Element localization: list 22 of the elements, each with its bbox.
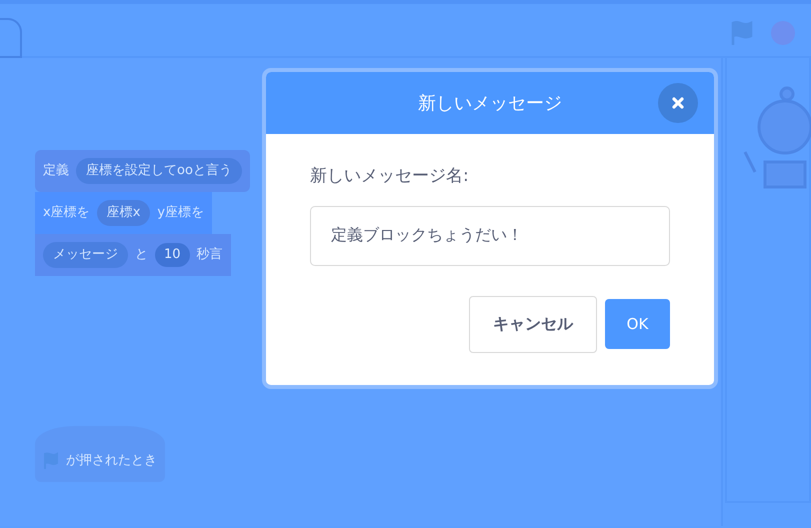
block-label: が押されたとき [66,452,157,470]
cancel-button[interactable]: キャンセル [469,296,597,352]
hat-block[interactable]: が押されたとき [35,426,165,482]
code-block[interactable]: メッセージ と 10 秒言 [35,234,231,276]
block-label: と [135,246,148,264]
block-label: 定義 [43,162,69,180]
block-input[interactable]: メッセージ [43,242,128,268]
block-label: 秒言 [196,246,223,264]
close-icon [672,97,684,109]
field-label: 新しいメッセージ名: [310,165,470,188]
close-button[interactable] [658,83,698,123]
block-label: y座標を [157,204,204,222]
flag-icon[interactable] [729,20,755,46]
block-label: x座標を [43,204,90,222]
block-input[interactable]: 座標x [96,200,150,226]
dialog-title: 新しいメッセージ [418,92,562,116]
code-block[interactable]: 定義 座標を設定してooと言う [35,150,250,192]
ok-button[interactable]: OK [605,299,670,349]
number-input[interactable]: 10 [155,243,190,267]
block-input[interactable]: 座標を設定してooと言う [76,158,242,184]
code-block[interactable]: x座標を 座標x y座標を [35,192,212,234]
message-name-field[interactable]: 定義ブロックちょうだい！ [310,206,670,266]
